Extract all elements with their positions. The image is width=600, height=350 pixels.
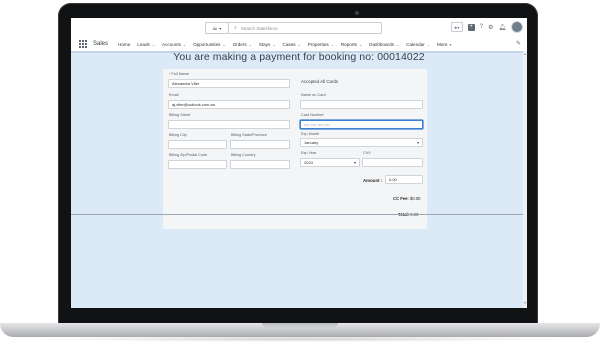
card-number-label: Card Number bbox=[301, 113, 324, 117]
nav-item-label: Accounts bbox=[162, 41, 181, 47]
nav-item-opportunities[interactable]: Opportunities ⌄ bbox=[193, 42, 226, 47]
accepted-cards-heading: Accepted All Cards bbox=[301, 79, 339, 84]
exp-year-label: Exp Year bbox=[301, 151, 317, 155]
global-header: All ▾ ⌕ Search Salesforce ★▾ + ? ⚙ 🔔︎ bbox=[71, 18, 527, 38]
cvv-label: CVV bbox=[363, 151, 371, 155]
billing-zip-label: Billing Zip/Postal Code bbox=[169, 153, 208, 157]
full-name-field[interactable]: Alexandra Viter bbox=[168, 79, 290, 88]
search-scope-label: All bbox=[212, 25, 218, 31]
chevron-down-icon[interactable]: ⌄ bbox=[331, 42, 334, 47]
cc-fee-value: $0.00 bbox=[410, 196, 421, 201]
scrollbar[interactable] bbox=[523, 51, 527, 308]
chevron-down-icon[interactable]: ⌄ bbox=[183, 42, 186, 47]
cc-fee-label: CC Fee: bbox=[393, 196, 409, 201]
name-on-card-field[interactable] bbox=[300, 100, 423, 109]
card-number-field[interactable]: •••• •••• •••• •••• bbox=[300, 120, 423, 129]
gear-icon[interactable]: ⚙ bbox=[488, 24, 493, 31]
scroll-down-icon[interactable]: ▼ bbox=[523, 301, 527, 305]
cvv-field[interactable] bbox=[362, 158, 423, 167]
nav-item-reports[interactable]: Reports ⌄ bbox=[341, 42, 362, 47]
nav-item-label: Orders bbox=[232, 41, 247, 47]
page-title: You are making a payment for booking no:… bbox=[173, 51, 425, 63]
exp-month-select[interactable]: January ▾ bbox=[300, 138, 423, 147]
nav-item-more[interactable]: More ▾ bbox=[437, 42, 451, 47]
billing-city-field[interactable] bbox=[168, 140, 227, 149]
search-scope-select[interactable]: All ▾ bbox=[205, 22, 229, 34]
app-launcher-icon[interactable] bbox=[79, 40, 87, 48]
caret-down-icon[interactable]: ▾ bbox=[449, 42, 451, 47]
nav-item-label: Properties bbox=[307, 41, 329, 47]
billing-country-field[interactable] bbox=[230, 160, 290, 169]
nav-item-accounts[interactable]: Accounts ⌄ bbox=[162, 42, 186, 47]
email-label: Email bbox=[169, 93, 179, 97]
nav-item-leads[interactable]: Leads ⌄ bbox=[137, 42, 155, 47]
nav-item-label: Reports bbox=[340, 41, 357, 47]
chevron-down-icon[interactable]: ⌄ bbox=[427, 42, 430, 47]
camera-dot bbox=[355, 11, 359, 15]
nav-item-calendar[interactable]: Calendar ⌄ bbox=[406, 42, 430, 47]
nav-item-stays[interactable]: Stays ⌄ bbox=[259, 42, 276, 47]
favorites-star-icon[interactable]: ★▾ bbox=[450, 22, 463, 32]
billing-zip-field[interactable] bbox=[168, 160, 227, 169]
exp-year-select[interactable]: 2024 ▾ bbox=[300, 158, 360, 167]
exp-month-label: Exp Month bbox=[301, 132, 320, 136]
chevron-down-icon[interactable]: ⌄ bbox=[298, 42, 301, 47]
billing-country-label: Billing Country bbox=[231, 153, 256, 157]
nav-item-label: More bbox=[436, 41, 448, 47]
billing-street-label: Billing Street bbox=[169, 113, 191, 117]
billing-street-field[interactable] bbox=[168, 120, 290, 129]
name-on-card-label: Name on Card bbox=[301, 93, 326, 97]
laptop-notch bbox=[262, 323, 338, 328]
pencil-icon[interactable]: ✎ bbox=[516, 40, 521, 47]
search-icon: ⌕ bbox=[234, 25, 237, 31]
billing-state-field[interactable] bbox=[230, 140, 290, 149]
chevron-down-icon: ▾ bbox=[353, 160, 356, 165]
billing-city-label: Billing City bbox=[169, 133, 187, 137]
chevron-down-icon[interactable]: ⌄ bbox=[249, 42, 252, 47]
nav-item-properties[interactable]: Properties ⌄ bbox=[308, 42, 334, 47]
chevron-down-icon[interactable]: ⌄ bbox=[272, 42, 275, 47]
amount-label-text: Amount bbox=[363, 178, 380, 183]
chevron-down-icon: ▾ bbox=[416, 140, 419, 145]
help-icon[interactable]: ? bbox=[480, 24, 483, 30]
global-actions-icon[interactable]: + bbox=[467, 23, 475, 31]
full-name-label-text: Full Name bbox=[171, 72, 189, 76]
nav-item-cases[interactable]: Cases ⌄ bbox=[283, 42, 301, 47]
section-divider bbox=[71, 214, 527, 215]
nav-item-label: Stays bbox=[258, 41, 271, 47]
full-name-label: * Full Name bbox=[169, 72, 189, 76]
exp-year-value: 2024 bbox=[304, 160, 313, 165]
nav-item-dashboards[interactable]: Dashboards ⌄ bbox=[369, 42, 399, 47]
payment-form: * Full Name Alexandra Viter Email aj.vit… bbox=[163, 69, 427, 229]
nav-item-label: Opportunities bbox=[193, 41, 221, 47]
nav-item-orders[interactable]: Orders ⌄ bbox=[233, 42, 252, 47]
nav-item-label: Home bbox=[118, 41, 131, 47]
search-placeholder: Search Salesforce bbox=[240, 25, 278, 31]
amount-label: Amount : bbox=[363, 178, 383, 183]
chevron-down-icon: ▾ bbox=[219, 25, 222, 31]
app-name: Sales bbox=[93, 41, 109, 47]
nav-item-label: Calendar bbox=[406, 41, 425, 47]
nav-item-home[interactable]: Home bbox=[118, 42, 130, 47]
required-mark: * bbox=[169, 72, 171, 76]
nav-item-label: Dashboards bbox=[369, 41, 394, 47]
exp-month-value: January bbox=[304, 140, 319, 145]
chevron-down-icon[interactable]: ⌄ bbox=[222, 42, 225, 47]
amount-field[interactable]: 0.00 bbox=[385, 175, 423, 184]
chevron-down-icon[interactable]: ⌄ bbox=[152, 42, 155, 47]
email-field[interactable]: aj.viter@outlook.com.au bbox=[168, 100, 290, 109]
scroll-up-icon[interactable]: ▲ bbox=[523, 52, 527, 56]
chevron-down-icon[interactable]: ⌄ bbox=[359, 42, 362, 47]
nav-item-label: Leads bbox=[137, 41, 150, 47]
chevron-down-icon[interactable]: ⌄ bbox=[396, 42, 399, 47]
cc-fee-text: CC Fee: $0.00 bbox=[393, 196, 420, 201]
search-input[interactable]: ⌕ Search Salesforce bbox=[228, 22, 382, 34]
nav-item-label: Cases bbox=[282, 41, 296, 47]
billing-state-label: Billing State/Province bbox=[231, 133, 267, 137]
bell-icon[interactable]: 🔔︎ bbox=[498, 24, 506, 31]
avatar[interactable] bbox=[511, 21, 523, 33]
laptop-shadow bbox=[30, 336, 570, 342]
header-utilities: ★▾ + ? ⚙ 🔔︎ bbox=[450, 21, 523, 33]
screen: All ▾ ⌕ Search Salesforce ★▾ + ? ⚙ 🔔︎ Sa… bbox=[71, 18, 527, 308]
